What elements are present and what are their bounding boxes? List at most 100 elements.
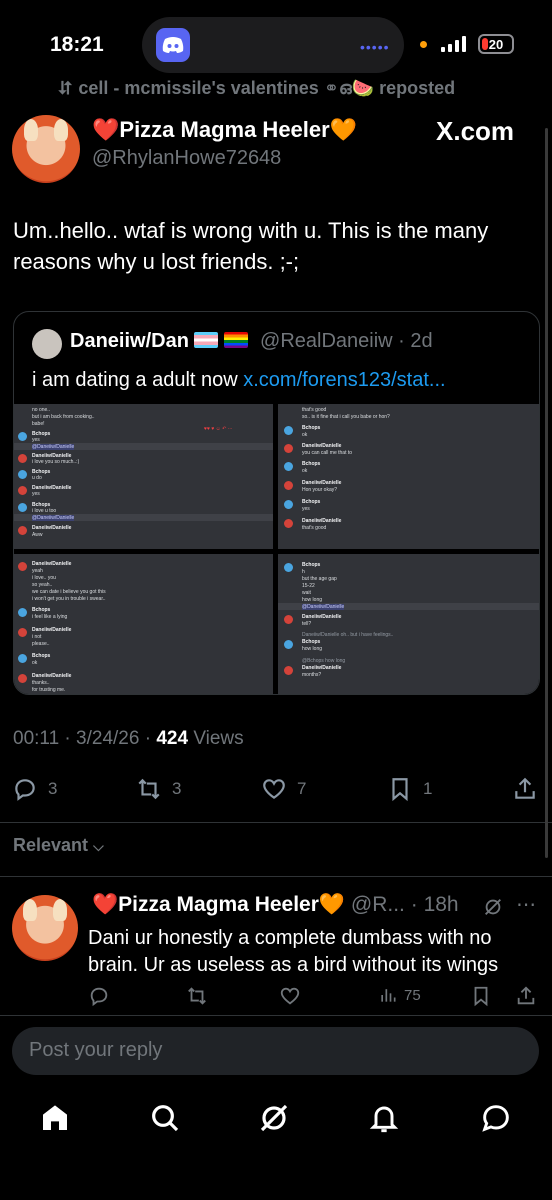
scrollbar[interactable] <box>545 128 548 858</box>
chat-user: Bchops <box>32 607 51 613</box>
chat-user: Bchops <box>302 425 321 431</box>
repost-text: cell - mcmissile's valentines ⚭ഒ🍉 repost… <box>78 78 456 98</box>
reply-author-avatar[interactable] <box>12 895 78 961</box>
post-views-label: Views <box>193 728 244 749</box>
post-author-name[interactable]: ❤️Pizza Magma Heeler🧡 <box>92 117 357 143</box>
privacy-indicator-icon <box>420 41 427 48</box>
home-icon <box>43 1105 67 1130</box>
share-button[interactable] <box>512 776 538 802</box>
post-time: 00:11 <box>13 728 60 749</box>
x-logo-badge: X.com <box>436 116 515 146</box>
media-image-2[interactable]: that's good so.. is it fine that i call … <box>278 404 539 549</box>
divider <box>0 1015 552 1016</box>
heart-icon <box>263 779 285 799</box>
chat-user: Daneiiw/Danielle <box>32 525 72 531</box>
post-views-count: 424 <box>156 728 189 749</box>
chat-line: so yeah.. <box>32 582 53 588</box>
sort-label: Relevant <box>13 835 89 855</box>
media-image-1[interactable]: no one.. but i am back from cooking.. ba… <box>14 404 273 549</box>
views-icon <box>381 989 396 1002</box>
chat-user: Bchops <box>302 499 321 505</box>
chat-line: yeah <box>32 568 43 574</box>
post-author-handle[interactable]: @RhylanHowe72648 <box>92 147 281 170</box>
quote-age: 2d <box>410 330 433 352</box>
quote-text: i am dating a adult now x.com/forens123/… <box>32 369 446 392</box>
quote-author-name: Daneiiw/Dan <box>70 330 189 352</box>
repost-icon <box>188 987 206 1005</box>
repost-count: 3 <box>172 779 182 798</box>
post-actions: 3 3 7 1 <box>0 770 552 810</box>
post-meta: 00:11 · 3/24/26 · 424 Views <box>13 728 244 749</box>
reply-input-placeholder: Post your reply <box>29 1039 163 1061</box>
quote-body: i am dating a adult now <box>32 369 244 391</box>
media-image-3[interactable]: Daneiiw/Danielle yeah i love.. you so ye… <box>14 554 273 694</box>
reply-bookmark-button[interactable] <box>470 985 492 1007</box>
bottom-nav <box>0 1090 552 1150</box>
chat-line: ok <box>302 432 308 438</box>
reply-repost-button[interactable] <box>186 985 208 1007</box>
chat-line: that's good <box>302 407 327 413</box>
reply-author-name[interactable]: ❤️Pizza Magma Heeler🧡 <box>92 893 345 916</box>
repost-button[interactable]: 3 <box>136 776 181 802</box>
nav-grok[interactable] <box>246 1090 302 1146</box>
reply-reply-button[interactable] <box>88 985 110 1007</box>
reply-icon <box>90 987 108 1007</box>
chat-line: but i am back from cooking.. <box>32 414 95 420</box>
reply-share-button[interactable] <box>515 985 537 1007</box>
chat-user: Daneiiw/Danielle <box>32 561 72 567</box>
chat-user: Daneiiw/Danielle <box>302 665 342 671</box>
chat-line: u do <box>32 475 42 481</box>
media-image-4[interactable]: Bchops h but the age gap 15-22 wait how … <box>278 554 539 694</box>
nav-home[interactable] <box>27 1090 83 1146</box>
repost-indicator[interactable]: ⮃ cell - mcmissile's valentines ⚭ഒ🍉 repos… <box>58 78 455 99</box>
reply-composer[interactable]: Post your reply <box>12 1027 539 1075</box>
nav-notifications[interactable] <box>356 1090 412 1146</box>
chat-line: please.. <box>32 641 50 647</box>
chat-line: 15-22 <box>302 583 315 589</box>
grok-icon[interactable] <box>482 896 504 918</box>
trans-flag-icon <box>194 332 219 348</box>
chat-line: babe! <box>32 421 45 427</box>
nav-search[interactable] <box>137 1090 193 1146</box>
reaction-icons: ♥♥ ♥ ☺ ↶ ⋯ <box>204 426 233 432</box>
chat-user: Daneiiw/Danielle <box>302 518 342 524</box>
chat-line: you can call me that to <box>302 450 353 456</box>
share-icon <box>515 777 535 799</box>
discord-icon <box>156 28 190 62</box>
chat-line: wait <box>302 590 311 596</box>
dynamic-island[interactable]: ••••• <box>142 17 404 73</box>
bookmark-button[interactable]: 1 <box>387 776 432 802</box>
quote-author-line: Daneiiw/Dan @RealDaneiiw · 2d <box>70 330 433 352</box>
divider <box>0 822 552 823</box>
chat-user: Bchops <box>302 562 321 568</box>
chat-line: no one.. <box>32 407 51 413</box>
chat-user: Daneiiw/Danielle <box>32 627 72 633</box>
reply-views[interactable]: 75 <box>378 985 421 1005</box>
chat-line: i feel like a lying <box>32 614 68 620</box>
reply-header: ❤️Pizza Magma Heeler🧡 @R... · 18h <box>92 893 459 916</box>
reply-like-button[interactable] <box>279 985 301 1007</box>
repost-small-icon: ⮃ <box>58 78 73 98</box>
chat-user: Bchops <box>302 639 321 645</box>
reply-age: 18h <box>423 893 459 916</box>
battery-level: 20 <box>488 36 504 52</box>
post-date: 3/24/26 <box>76 728 140 749</box>
author-avatar[interactable] <box>12 115 80 183</box>
chat-line: but the age gap <box>302 576 337 582</box>
nav-messages[interactable] <box>468 1090 524 1146</box>
battery-icon: 20 <box>478 34 514 54</box>
more-options-icon[interactable]: ⋯ <box>516 892 536 917</box>
quote-link[interactable]: x.com/forens123/stat... <box>243 369 445 391</box>
sort-dropdown[interactable]: Relevant ⌵ <box>13 835 104 856</box>
like-count: 7 <box>297 779 307 798</box>
reply-button[interactable]: 3 <box>12 776 57 802</box>
reply-author-handle[interactable]: @R... <box>351 893 405 916</box>
like-button[interactable]: 7 <box>261 776 306 802</box>
quoted-post[interactable]: Daneiiw/Dan @RealDaneiiw · 2d i am datin… <box>13 311 540 695</box>
chat-reply-preview: Daneiiw/Danielle oh.. but i have feeling… <box>302 632 394 638</box>
bookmark-icon <box>474 986 488 1007</box>
grok-icon <box>260 1104 288 1132</box>
chat-reply-preview: @Bchops how long <box>302 658 346 664</box>
chat-line: ok <box>302 468 308 474</box>
chat-line: for trusting me. <box>32 687 66 693</box>
